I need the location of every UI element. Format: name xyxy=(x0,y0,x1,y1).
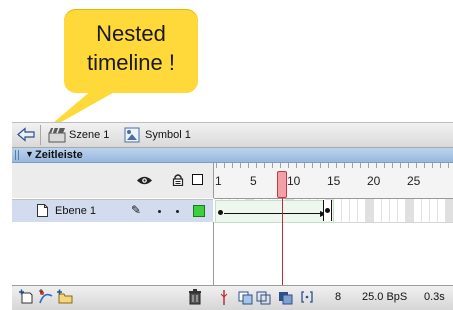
ruler-label-20: 20 xyxy=(367,174,381,188)
pencil-icon: ✎ xyxy=(131,203,142,217)
ruler-tick xyxy=(448,163,449,168)
onion-skin-outlines-icon[interactable] xyxy=(256,288,272,306)
ruler-tick xyxy=(392,163,393,168)
panel-title: Zeitleiste xyxy=(35,149,83,161)
elapsed-time: 0.3s xyxy=(424,291,445,303)
ruler-tick xyxy=(248,163,249,168)
ruler-tick xyxy=(304,163,305,168)
timeline-toolbar: 8 25.0 BpS 0.3s xyxy=(12,285,453,310)
ruler-tick xyxy=(400,163,401,168)
ruler-tick xyxy=(408,163,409,168)
ruler-tick xyxy=(328,163,329,168)
frame-cells[interactable]: ▶ xyxy=(214,199,453,223)
modify-onion-markers-icon[interactable] xyxy=(300,288,314,306)
end-keyframe-dot xyxy=(325,208,330,213)
ruler-tick xyxy=(240,163,241,168)
playhead-line xyxy=(282,198,283,285)
layer-row[interactable]: Ebene 1 ✎ xyxy=(12,199,213,223)
timeline-panel-header[interactable]: ▼ Zeitleiste xyxy=(12,148,453,163)
edit-multiple-frames-icon[interactable] xyxy=(278,288,294,306)
frames-area[interactable]: ▶ xyxy=(214,199,453,285)
ruler-tick xyxy=(352,163,353,168)
fifth-frame-cell xyxy=(446,199,453,222)
ruler-tick xyxy=(376,163,377,168)
ruler-label-15: 15 xyxy=(327,174,341,188)
current-frame: 8 xyxy=(335,291,342,303)
ruler-tick xyxy=(312,163,313,168)
center-frame-icon[interactable] xyxy=(219,288,229,306)
graphic-symbol-icon xyxy=(124,127,140,143)
layer-name: Ebene 1 xyxy=(55,205,96,217)
ruler-tick xyxy=(320,163,321,168)
ruler-tick xyxy=(288,163,289,168)
ruler-tick xyxy=(336,163,337,168)
panel-grip-icon[interactable] xyxy=(15,150,21,160)
end-keyframe[interactable] xyxy=(323,200,332,221)
insert-layer-icon[interactable] xyxy=(18,288,36,306)
layer-icon xyxy=(37,204,48,217)
outline-square-icon[interactable] xyxy=(192,174,203,185)
fifth-frame-cell xyxy=(366,199,374,222)
ruler-tick xyxy=(264,163,265,168)
tween-arrow-line xyxy=(224,213,328,214)
eye-icon[interactable] xyxy=(136,175,153,186)
visibility-dot[interactable] xyxy=(158,210,161,213)
start-keyframe[interactable] xyxy=(218,210,223,215)
playhead[interactable] xyxy=(277,171,287,198)
ruler-tick xyxy=(232,163,233,168)
clapperboard-icon xyxy=(48,127,66,143)
ruler-tick xyxy=(272,163,273,168)
ruler-label-25: 25 xyxy=(407,174,421,188)
ruler-tick xyxy=(224,163,225,168)
ruler-tick xyxy=(296,163,297,168)
ruler-tick xyxy=(256,163,257,168)
back-arrow-icon[interactable] xyxy=(15,126,37,143)
ruler-tick xyxy=(280,163,281,168)
ruler-tick xyxy=(424,163,425,168)
ruler-tick xyxy=(384,163,385,168)
breadcrumb-separator xyxy=(40,125,41,145)
callout-line-2: timeline ! xyxy=(86,50,176,75)
ruler-tick xyxy=(344,163,345,168)
ruler-label-1: 1 xyxy=(215,174,222,188)
breadcrumb-scene-label: Szene 1 xyxy=(69,129,110,141)
breadcrumb-symbol-label: Symbol 1 xyxy=(145,129,191,141)
lock-icon[interactable] xyxy=(172,174,184,186)
ruler-tick xyxy=(440,163,441,168)
callout-line-1: Nested xyxy=(96,21,166,46)
collapse-triangle-icon[interactable]: ▼ xyxy=(25,149,34,159)
layer-color-box[interactable] xyxy=(193,205,205,217)
ruler-tick xyxy=(216,163,217,168)
ruler-label-5: 5 xyxy=(250,174,257,188)
motion-tween-span[interactable]: ▶ xyxy=(215,200,334,223)
ruler-tick xyxy=(360,163,361,168)
frame-rate: 25.0 BpS xyxy=(362,291,408,303)
fifth-frame-cell xyxy=(406,199,414,222)
insert-folder-icon[interactable] xyxy=(56,288,74,306)
ruler-tick xyxy=(432,163,433,168)
ruler-label-10: 10 xyxy=(287,174,301,188)
callout-text: Nested timeline ! xyxy=(64,19,198,77)
callout-bubble: Nested timeline ! xyxy=(64,9,198,93)
edit-bar: Szene 1 Symbol 1 xyxy=(12,122,453,148)
breadcrumb-symbol[interactable]: Symbol 1 xyxy=(124,126,214,144)
add-motion-guide-icon[interactable] xyxy=(38,288,54,306)
onion-skin-icon[interactable] xyxy=(238,288,254,306)
layer-list-empty xyxy=(12,222,214,285)
ruler-tick xyxy=(416,163,417,168)
breadcrumb-scene[interactable]: Szene 1 xyxy=(48,126,128,144)
ruler-tick xyxy=(368,163,369,168)
lock-dot[interactable] xyxy=(176,210,179,213)
trash-icon[interactable] xyxy=(188,288,202,306)
frame-ruler[interactable]: 1 5 10 15 20 25 xyxy=(214,163,453,199)
